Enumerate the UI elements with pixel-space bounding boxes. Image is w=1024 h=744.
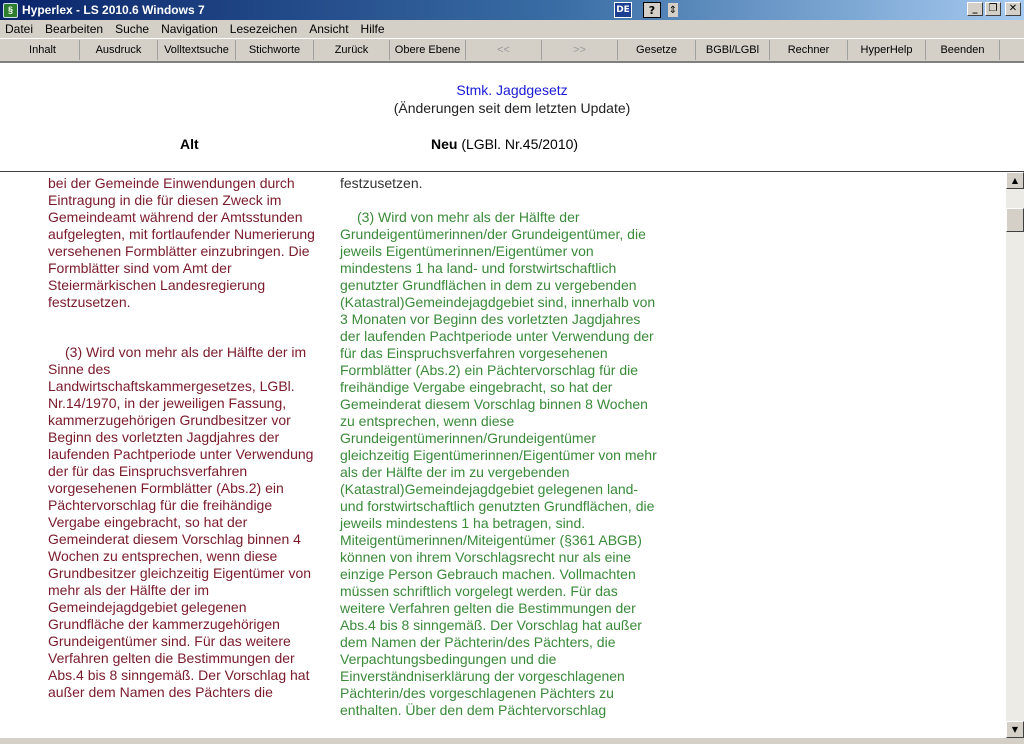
ausdruck-button[interactable]: Ausdruck bbox=[80, 40, 158, 60]
close-button[interactable]: ✕ bbox=[1005, 2, 1021, 16]
gesetze-button[interactable]: Gesetze bbox=[618, 40, 696, 60]
menu-datei[interactable]: Datei bbox=[0, 22, 39, 36]
scroll-thumb[interactable] bbox=[1006, 208, 1024, 232]
volltextsuche-button[interactable]: Volltextsuche bbox=[158, 40, 236, 60]
new-paragraph-continuation: festzusetzen. bbox=[340, 175, 423, 191]
menu-navigation[interactable]: Navigation bbox=[155, 22, 224, 36]
old-paragraph-continuation: bei der Gemeinde Einwendungen durch Eint… bbox=[48, 175, 315, 310]
next-button[interactable]: >> bbox=[542, 40, 618, 60]
vertical-scrollbar[interactable]: ▲ ▼ bbox=[1006, 172, 1024, 738]
menu-bar: Datei Bearbeiten Suche Navigation Leseze… bbox=[0, 20, 1024, 38]
window-bottom-border bbox=[0, 738, 1024, 744]
new-version-column: festzusetzen. (3) Wird von mehr als der … bbox=[340, 172, 660, 719]
changes-subtitle: (Änderungen seit dem letzten Update) bbox=[393, 100, 631, 116]
document-header: Stmk. Jagdgesetz (Änderungen seit dem le… bbox=[0, 62, 1024, 172]
column-header-alt: Alt bbox=[180, 136, 199, 152]
beenden-button[interactable]: Beenden bbox=[926, 40, 1000, 60]
column-header-neu-reference: (LGBl. Nr.45/2010) bbox=[457, 136, 579, 152]
old-version-column: bei der Gemeinde Einwendungen durch Eint… bbox=[48, 172, 320, 701]
stichworte-button[interactable]: Stichworte bbox=[236, 40, 314, 60]
comparison-content[interactable]: bei der Gemeinde Einwendungen durch Eint… bbox=[0, 172, 1006, 738]
menu-bearbeiten[interactable]: Bearbeiten bbox=[39, 22, 109, 36]
title-bar[interactable]: § Hyperlex - LS 2010.6 Windows 7 bbox=[0, 0, 1024, 20]
menu-lesezeichen[interactable]: Lesezeichen bbox=[224, 22, 303, 36]
zurueck-button[interactable]: Zurück bbox=[314, 40, 390, 60]
window-title: Hyperlex - LS 2010.6 Windows 7 bbox=[22, 3, 205, 17]
column-header-neu-label: Neu bbox=[431, 136, 458, 152]
inhalt-button[interactable]: Inhalt bbox=[6, 40, 80, 60]
scroll-down-arrow-icon[interactable]: ▼ bbox=[1006, 721, 1024, 738]
minimize-button[interactable]: _ bbox=[967, 2, 983, 16]
menu-suche[interactable]: Suche bbox=[109, 22, 155, 36]
previous-button[interactable]: << bbox=[466, 40, 542, 60]
menu-hilfe[interactable]: Hilfe bbox=[355, 22, 391, 36]
bgbl-lgbl-button[interactable]: BGBl/LGBl bbox=[696, 40, 770, 60]
maximize-button[interactable]: ❐ bbox=[985, 2, 1001, 16]
old-paragraph-3: (3) Wird von mehr als der Hälfte der im … bbox=[48, 344, 314, 700]
obere-ebene-button[interactable]: Obere Ebene bbox=[390, 40, 466, 60]
help-icon[interactable]: ? bbox=[643, 2, 661, 18]
toolbar: Inhalt Ausdruck Volltextsuche Stichworte… bbox=[0, 38, 1024, 62]
menu-ansicht[interactable]: Ansicht bbox=[303, 22, 354, 36]
column-header-neu: Neu (LGBl. Nr.45/2010) bbox=[431, 136, 578, 152]
new-paragraph-3: (3) Wird von mehr als der Hälfte der Gru… bbox=[340, 209, 657, 718]
hyperlex-app-icon[interactable]: § bbox=[3, 2, 18, 18]
law-title: Stmk. Jagdgesetz bbox=[456, 82, 568, 98]
tray-menu-icon[interactable]: ⇕ bbox=[668, 3, 678, 17]
language-flag-icon[interactable]: DE bbox=[614, 2, 632, 18]
scroll-up-arrow-icon[interactable]: ▲ bbox=[1006, 172, 1024, 189]
hyperhelp-button[interactable]: HyperHelp bbox=[848, 40, 926, 60]
rechner-button[interactable]: Rechner bbox=[770, 40, 848, 60]
window-controls: _ ❐ ✕ bbox=[967, 2, 1021, 16]
